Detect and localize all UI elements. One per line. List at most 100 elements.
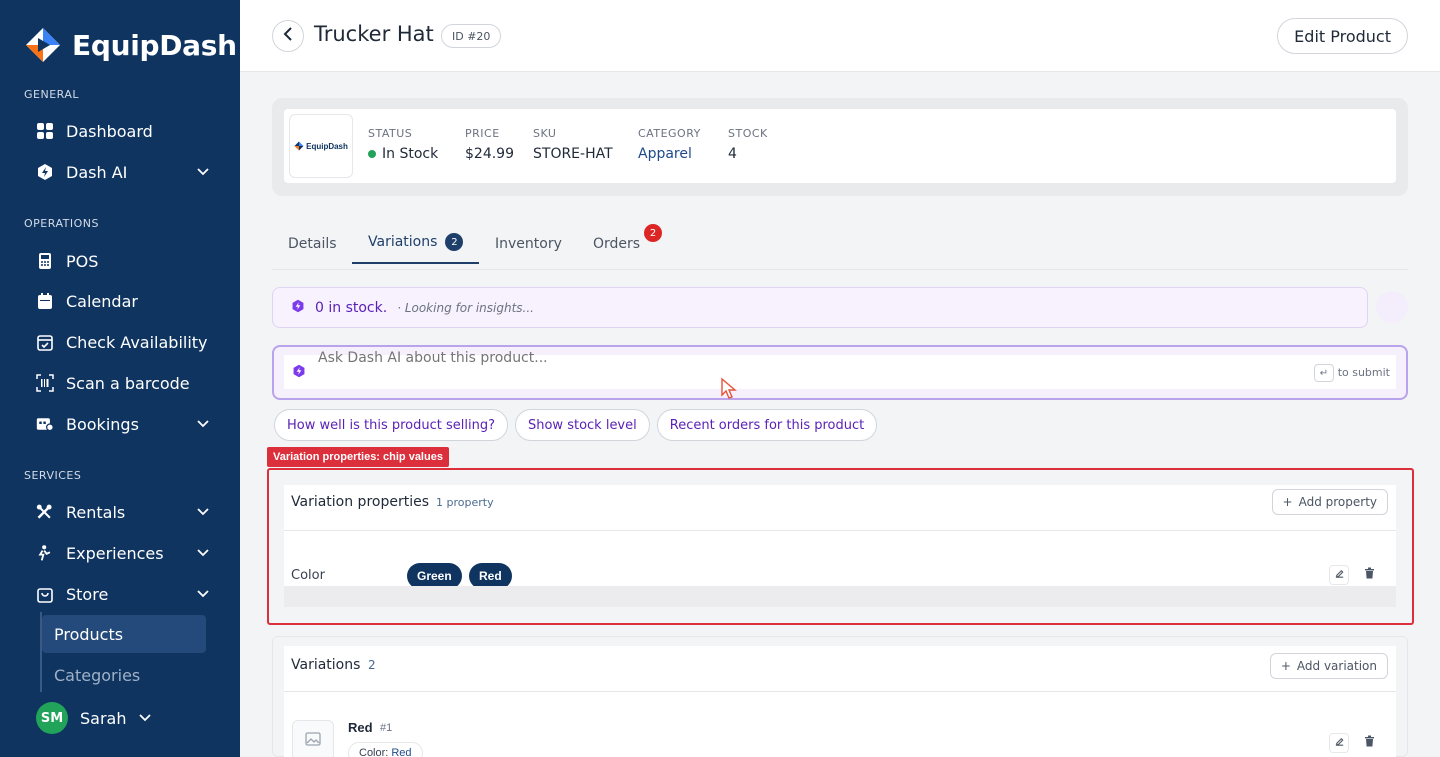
sidebar-item-pos[interactable]: POS bbox=[36, 244, 210, 278]
product-tabs: Details Variations 2 Inventory Orders 2 bbox=[272, 222, 1408, 270]
stat-value: $24.99 bbox=[465, 146, 514, 162]
category-link[interactable]: Apparel bbox=[638, 146, 701, 162]
stat-label: PRICE bbox=[465, 127, 500, 140]
chevron-down-icon bbox=[196, 585, 210, 604]
attr-value: Red bbox=[391, 747, 412, 757]
count-badge: 2 bbox=[445, 233, 464, 251]
stat-label: CATEGORY bbox=[638, 127, 701, 140]
sidebar-item-dash-ai[interactable]: Dash AI bbox=[36, 155, 210, 189]
sidebar-item-label: Experiences bbox=[66, 543, 164, 563]
suggestion-chip[interactable]: How well is this product selling? bbox=[274, 409, 508, 441]
variation-name: Red bbox=[348, 720, 373, 735]
pos-terminal-icon bbox=[36, 252, 54, 270]
equipdash-logo-icon bbox=[294, 141, 304, 151]
chevron-down-icon bbox=[196, 415, 210, 434]
calendar-icon bbox=[36, 292, 54, 310]
equipdash-logo-icon bbox=[26, 28, 60, 62]
user-menu[interactable]: SM Sarah bbox=[36, 702, 152, 734]
section-label-operations: OPERATIONS bbox=[24, 217, 99, 230]
tab-inventory[interactable]: Inventory bbox=[495, 222, 562, 265]
sidebar: EquipDash GENERAL Dashboard Dash AI OPER… bbox=[0, 0, 240, 757]
insight-action-button[interactable] bbox=[1376, 291, 1408, 323]
button-label: Add variation bbox=[1296, 659, 1377, 673]
suggestion-chip[interactable]: Recent orders for this product bbox=[656, 409, 878, 441]
tab-details[interactable]: Details bbox=[288, 222, 337, 265]
sidebar-item-bookings[interactable]: Bookings bbox=[36, 407, 210, 441]
stat-value: In Stock bbox=[368, 146, 438, 162]
variation-image-placeholder[interactable] bbox=[292, 720, 334, 757]
tab-label: Details bbox=[288, 235, 337, 252]
submit-hint: to submit bbox=[1337, 366, 1390, 379]
insight-main: 0 in stock. bbox=[315, 299, 388, 316]
section-label-services: SERVICES bbox=[24, 469, 82, 482]
sidebar-item-dashboard[interactable]: Dashboard bbox=[36, 114, 210, 148]
count-badge: 2 bbox=[644, 224, 663, 242]
brand[interactable]: EquipDash bbox=[24, 26, 237, 64]
person-activity-icon bbox=[36, 544, 54, 562]
chevron-down-icon bbox=[138, 709, 152, 728]
sidebar-subitem-products[interactable]: Products bbox=[42, 615, 206, 653]
variations-header: Variations 2 + Add variation bbox=[284, 646, 1396, 692]
tab-label: Inventory bbox=[495, 235, 562, 252]
sidebar-item-label: Store bbox=[66, 584, 109, 604]
page-title: Trucker Hat bbox=[314, 22, 434, 46]
suggestion-chips: How well is this product selling? Show s… bbox=[274, 409, 878, 441]
sidebar-item-rentals[interactable]: Rentals bbox=[36, 495, 210, 529]
stat-category: CATEGORY Apparel bbox=[638, 127, 701, 162]
sidebar-item-label: Bookings bbox=[66, 414, 139, 434]
stat-label: STOCK bbox=[728, 127, 768, 140]
chevron-down-icon bbox=[196, 163, 210, 182]
product-summary: EquipDash STATUS In Stock PRICE $24.99 S… bbox=[284, 109, 1396, 183]
annotation-highlight-box bbox=[267, 468, 1414, 625]
sidebar-item-scan-barcode[interactable]: Scan a barcode bbox=[36, 366, 210, 400]
avatar: SM bbox=[36, 702, 68, 734]
image-icon bbox=[305, 731, 321, 751]
page-header: Trucker Hat ID #20 Edit Product bbox=[240, 0, 1440, 72]
product-image: EquipDash bbox=[289, 114, 353, 178]
sidebar-item-label: Scan a barcode bbox=[66, 373, 190, 393]
ask-ai-input[interactable] bbox=[318, 350, 1218, 366]
barcode-icon bbox=[36, 374, 54, 392]
calendar-check-icon bbox=[36, 333, 54, 351]
ask-input-wrap: ↵ to submit bbox=[284, 350, 1396, 389]
ask-dash-ai: ↵ to submit bbox=[272, 345, 1408, 400]
stat-label: SKU bbox=[533, 127, 557, 140]
sidebar-item-store[interactable]: Store bbox=[36, 577, 210, 611]
edit-variation-button[interactable] bbox=[1329, 733, 1349, 753]
shopping-bag-icon bbox=[36, 585, 54, 603]
logo-text: EquipDash bbox=[306, 141, 348, 151]
variations-count: 2 bbox=[368, 658, 376, 672]
plus-icon: + bbox=[1280, 659, 1291, 673]
sidebar-item-calendar[interactable]: Calendar bbox=[36, 284, 210, 318]
variations-title: Variations bbox=[291, 657, 361, 673]
sidebar-item-experiences[interactable]: Experiences bbox=[36, 536, 210, 570]
attr-label: Color: bbox=[359, 747, 389, 757]
tab-orders[interactable]: Orders 2 bbox=[593, 222, 663, 265]
sidebar-item-check-availability[interactable]: Check Availability bbox=[36, 325, 210, 359]
tab-label: Variations bbox=[368, 234, 438, 250]
chevron-down-icon bbox=[196, 503, 210, 522]
tab-variations[interactable]: Variations 2 bbox=[352, 222, 480, 264]
variations-card: Variations 2 + Add variation Red #1 Colo… bbox=[284, 646, 1396, 757]
sidebar-subitem-categories[interactable]: Categories bbox=[42, 656, 206, 694]
sidebar-item-label: POS bbox=[66, 251, 99, 271]
suggestion-chip[interactable]: Show stock level bbox=[514, 409, 650, 441]
delete-variation-button[interactable] bbox=[1359, 733, 1379, 753]
sidebar-item-label: Dash AI bbox=[66, 162, 128, 182]
annotation-label: Variation properties: chip values bbox=[267, 447, 449, 467]
insight-sub: · Looking for insights... bbox=[397, 300, 534, 315]
mouse-pointer-icon bbox=[720, 377, 738, 406]
chevron-left-icon bbox=[282, 26, 294, 46]
edit-icon bbox=[1334, 734, 1345, 752]
chevron-down-icon bbox=[196, 544, 210, 563]
id-badge: ID #20 bbox=[441, 24, 502, 48]
enter-key-icon: ↵ bbox=[1314, 364, 1334, 382]
stat-value: STORE-HAT bbox=[533, 146, 613, 162]
stat-price: PRICE $24.99 bbox=[465, 127, 514, 162]
status-dot-icon bbox=[368, 150, 376, 158]
edit-product-button[interactable]: Edit Product bbox=[1277, 18, 1408, 54]
add-variation-button[interactable]: + Add variation bbox=[1269, 653, 1388, 679]
stat-sku: SKU STORE-HAT bbox=[533, 127, 613, 162]
bookings-icon bbox=[36, 415, 54, 433]
back-button[interactable] bbox=[272, 20, 304, 52]
